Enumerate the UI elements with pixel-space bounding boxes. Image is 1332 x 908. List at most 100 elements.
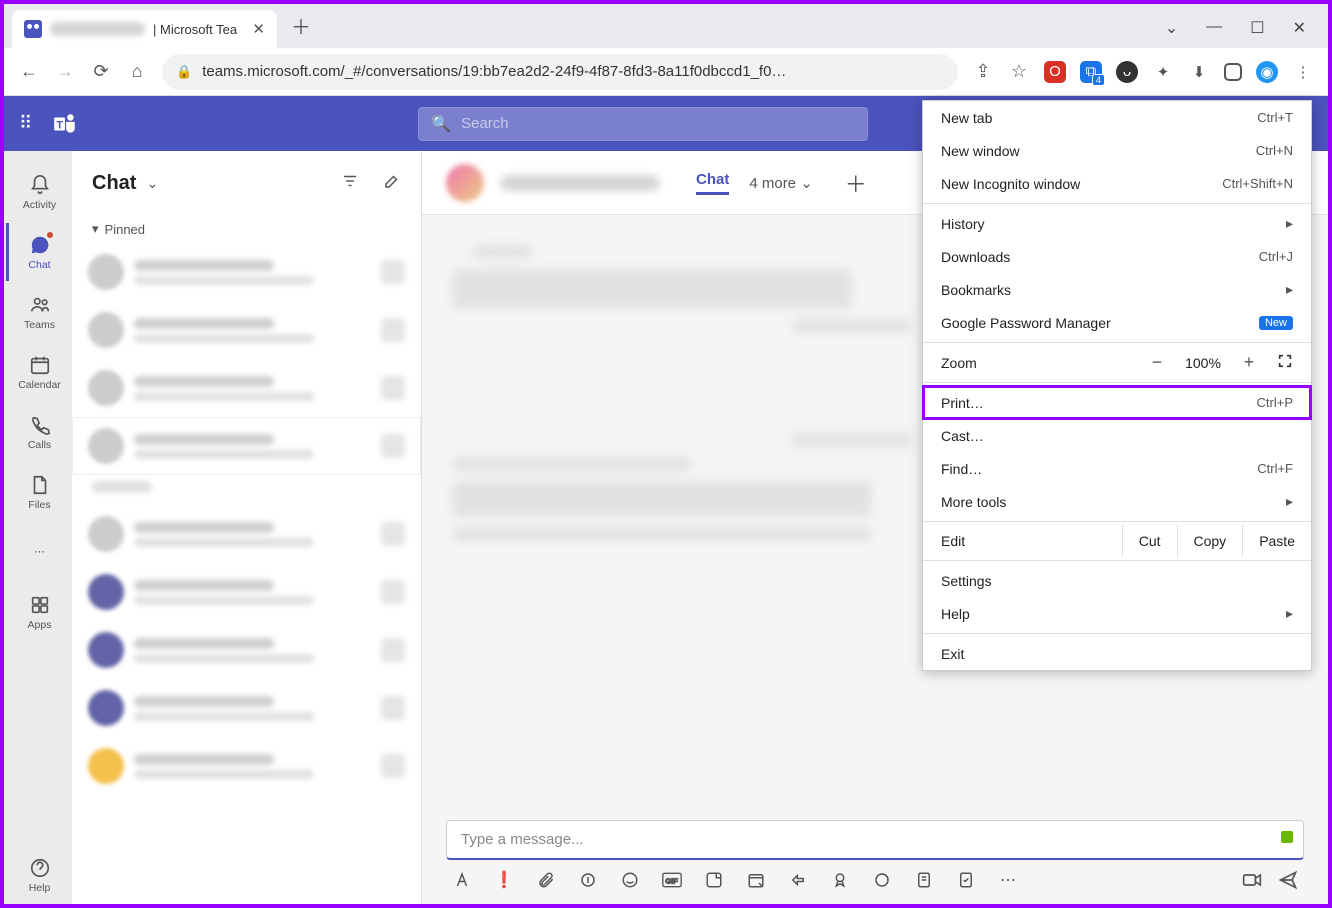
rail-chat[interactable]: Chat (6, 223, 70, 281)
menu-print[interactable]: Print…Ctrl+P (923, 386, 1311, 419)
menu-copy[interactable]: Copy (1177, 525, 1243, 557)
menu-help[interactable]: Help▸ (923, 597, 1311, 630)
chat-row[interactable] (72, 679, 421, 737)
svg-text:GIF: GIF (665, 876, 678, 885)
menu-paste[interactable]: Paste (1242, 525, 1311, 557)
rail-files-label: Files (28, 499, 50, 511)
message-input[interactable]: Type a message... (446, 820, 1304, 860)
teams-search-box[interactable]: 🔍 Search (418, 107, 868, 141)
emoji-icon[interactable] (620, 870, 640, 890)
downloads-icon[interactable]: ⬇ (1188, 61, 1210, 83)
apps-icon (28, 593, 52, 617)
chevron-down-icon[interactable]: ⌄ (146, 175, 158, 192)
new-badge: New (1259, 316, 1293, 330)
loop-icon[interactable] (578, 870, 598, 890)
home-button[interactable]: ⌂ (126, 61, 148, 83)
new-chat-icon[interactable] (383, 172, 401, 195)
chat-list-panel: Chat ⌄ ▾Pinned (72, 151, 422, 904)
menu-bookmarks[interactable]: Bookmarks▸ (923, 273, 1311, 306)
rail-calls[interactable]: Calls (6, 403, 70, 461)
menu-cut[interactable]: Cut (1122, 525, 1177, 557)
conversation-avatar[interactable] (446, 164, 484, 202)
chat-row[interactable] (72, 737, 421, 795)
chat-row-selected[interactable] (72, 417, 421, 475)
menu-cast[interactable]: Cast… (923, 419, 1311, 452)
menu-password-manager[interactable]: Google Password ManagerNew (923, 306, 1311, 339)
menu-downloads[interactable]: DownloadsCtrl+J (923, 240, 1311, 273)
menu-new-tab[interactable]: New tabCtrl+T (923, 101, 1311, 134)
attach-icon[interactable] (536, 870, 556, 890)
rail-apps[interactable]: Apps (6, 583, 70, 641)
add-tab-icon[interactable]: ＋ (845, 167, 867, 199)
send-icon[interactable] (1278, 870, 1298, 890)
menu-new-incognito[interactable]: New Incognito windowCtrl+Shift+N (923, 167, 1311, 200)
rail-apps-label: Apps (28, 619, 52, 631)
forward-button[interactable]: → (54, 61, 76, 83)
rail-teams[interactable]: Teams (6, 283, 70, 341)
format-icon[interactable] (452, 870, 472, 890)
conv-tab-chat[interactable]: Chat (696, 171, 729, 195)
address-bar[interactable]: 🔒 teams.microsoft.com/_#/conversations/1… (162, 54, 958, 90)
rail-help[interactable]: Help (6, 846, 70, 904)
viva-icon[interactable] (872, 870, 892, 890)
extension-blue-icon[interactable]: ⧉4 (1080, 61, 1102, 83)
browser-tab[interactable]: | Microsoft Tea ✕ (12, 10, 277, 48)
stream-icon[interactable] (788, 870, 808, 890)
profile-icon[interactable]: ◉ (1256, 61, 1278, 83)
zoom-in-button[interactable]: + (1233, 352, 1265, 373)
menu-more-tools[interactable]: More tools▸ (923, 485, 1311, 518)
back-button[interactable]: ← (18, 61, 40, 83)
tab-close-icon[interactable]: ✕ (252, 20, 265, 38)
chat-row[interactable] (72, 301, 421, 359)
app-launcher-icon[interactable]: ⠿ (19, 113, 32, 134)
extensions-puzzle-icon[interactable]: ✦ (1152, 61, 1174, 83)
menu-new-window[interactable]: New windowCtrl+N (923, 134, 1311, 167)
rail-more[interactable]: ⋯ (6, 523, 70, 581)
menu-edit-row: Edit Cut Copy Paste (923, 525, 1311, 557)
menu-find[interactable]: Find…Ctrl+F (923, 452, 1311, 485)
share-icon[interactable]: ⇪ (972, 61, 994, 83)
conv-tab-more[interactable]: 4 more ⌄ (749, 174, 812, 192)
extension-red-icon[interactable]: O (1044, 61, 1066, 83)
window-minimize-icon[interactable]: — (1206, 18, 1222, 38)
rail-activity[interactable]: Activity (6, 163, 70, 221)
schedule-icon[interactable] (746, 870, 766, 890)
extension-panda-icon[interactable]: ᴗ (1116, 61, 1138, 83)
chrome-menu-icon[interactable]: ⋮ (1292, 61, 1314, 83)
sticker-icon[interactable] (704, 870, 724, 890)
chat-row[interactable] (72, 243, 421, 301)
filter-icon[interactable] (341, 172, 359, 195)
reload-button[interactable]: ⟳ (90, 61, 112, 83)
recent-section-header[interactable] (72, 475, 421, 505)
polls-icon[interactable] (914, 870, 934, 890)
menu-exit[interactable]: Exit (923, 637, 1311, 670)
menu-settings[interactable]: Settings (923, 564, 1311, 597)
teams-favicon (24, 20, 42, 38)
window-close-icon[interactable]: ✕ (1293, 18, 1306, 38)
window-caret-icon[interactable]: ⌄ (1165, 18, 1178, 38)
gif-icon[interactable]: GIF (662, 870, 682, 890)
window-maximize-icon[interactable]: ☐ (1250, 18, 1264, 38)
rail-calendar[interactable]: Calendar (6, 343, 70, 401)
chat-row[interactable] (72, 505, 421, 563)
chevron-down-icon: ⌄ (800, 175, 813, 192)
chat-row[interactable] (72, 621, 421, 679)
new-tab-button[interactable]: ＋ (291, 11, 311, 40)
pinned-section-header[interactable]: ▾Pinned (72, 215, 421, 243)
teams-logo-icon[interactable]: T (52, 111, 78, 137)
menu-zoom-row: Zoom − 100% + (923, 346, 1311, 379)
approvals-icon[interactable] (830, 870, 850, 890)
sidepanel-icon[interactable] (1224, 63, 1242, 81)
fullscreen-icon[interactable] (1277, 353, 1293, 372)
zoom-out-button[interactable]: − (1141, 352, 1173, 373)
bookmark-star-icon[interactable]: ☆ (1008, 61, 1030, 83)
chat-row[interactable] (72, 359, 421, 417)
rail-files[interactable]: Files (6, 463, 70, 521)
updates-icon[interactable] (956, 870, 976, 890)
more-actions-icon[interactable]: ⋯ (998, 870, 1018, 890)
file-icon (28, 473, 52, 497)
video-clip-icon[interactable] (1242, 870, 1262, 890)
priority-icon[interactable]: ❗ (494, 870, 514, 890)
chat-row[interactable] (72, 563, 421, 621)
menu-history[interactable]: History▸ (923, 207, 1311, 240)
